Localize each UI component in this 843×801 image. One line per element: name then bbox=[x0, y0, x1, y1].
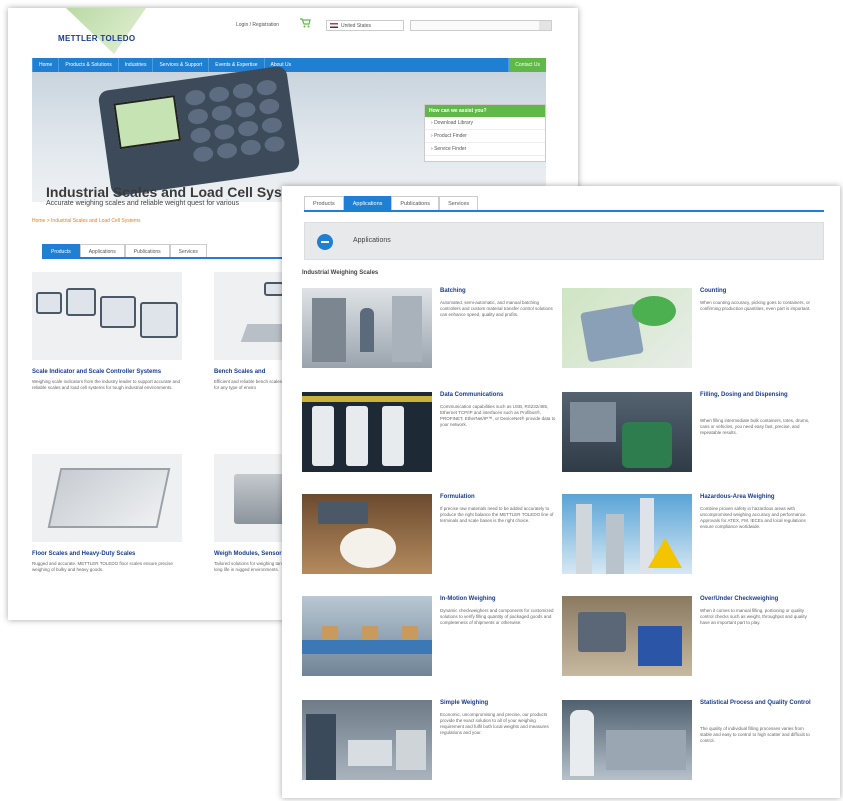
search-button[interactable] bbox=[539, 21, 551, 30]
formulation-image bbox=[302, 494, 432, 574]
nav-industries[interactable]: Industries bbox=[117, 58, 153, 72]
application-desc: Automated, semi-automatic, and manual ba… bbox=[440, 300, 553, 317]
product-desc: Weighing scale indicators from the indus… bbox=[32, 379, 180, 390]
statistical-process-image bbox=[562, 700, 692, 780]
tab-applications[interactable]: Applications bbox=[343, 196, 392, 211]
product-card[interactable]: Floor Scales and Heavy-Duty Scales Rugge… bbox=[32, 454, 182, 573]
application-desc: If precise raw materials need to be adde… bbox=[440, 506, 554, 523]
application-desc: Combine proven safety in hazardous areas… bbox=[700, 506, 807, 529]
application-title[interactable]: Counting bbox=[700, 288, 818, 295]
application-desc: Dynamic checkweighers and components for… bbox=[440, 608, 554, 625]
search-input[interactable] bbox=[410, 20, 552, 31]
application-card[interactable]: Filling, Dosing and Dispensing When fill… bbox=[562, 392, 820, 474]
application-title[interactable]: Batching bbox=[440, 288, 558, 295]
application-desc: When it comes to manual filling, portion… bbox=[700, 608, 807, 625]
simple-weighing-image bbox=[302, 700, 432, 780]
data-communications-image bbox=[302, 392, 432, 472]
product-title[interactable]: Floor Scales and Heavy-Duty Scales bbox=[32, 550, 182, 558]
application-card[interactable]: Batching Automated, semi-automatic, and … bbox=[302, 288, 560, 370]
application-desc: Communication capabilities such as USB, … bbox=[440, 404, 556, 427]
application-card[interactable]: Hazardous-Area Weighing Combine proven s… bbox=[562, 494, 820, 576]
help-item[interactable]: › Download Library bbox=[425, 117, 545, 130]
application-desc: When counting accuracy, picking goes to … bbox=[700, 300, 811, 311]
terminal-image bbox=[97, 65, 301, 197]
hazardous-area-image bbox=[562, 494, 692, 574]
nav-products[interactable]: Products & Solutions bbox=[58, 58, 117, 72]
help-item[interactable]: › Service Finder bbox=[425, 143, 545, 156]
application-title[interactable]: In-Motion Weighing bbox=[440, 596, 558, 603]
nav-home[interactable]: Home bbox=[32, 58, 58, 72]
tab-publications[interactable]: Publications bbox=[391, 196, 440, 211]
in-motion-image bbox=[302, 596, 432, 676]
country-select[interactable]: United States bbox=[326, 20, 404, 31]
application-card[interactable]: In-Motion Weighing Dynamic checkweighers… bbox=[302, 596, 560, 678]
cart-icon[interactable] bbox=[300, 18, 311, 28]
main-nav: Home Products & Solutions Industries Ser… bbox=[32, 58, 546, 72]
application-card[interactable]: Statistical Process and Quality Control … bbox=[562, 700, 820, 782]
filling-image bbox=[562, 392, 692, 472]
section-title: Industrial Weighing Scales bbox=[302, 270, 379, 276]
product-image bbox=[32, 454, 182, 542]
application-title[interactable]: Statistical Process and Quality Control bbox=[700, 700, 818, 707]
front-tabs: Products Applications Publications Servi… bbox=[304, 196, 479, 211]
country-label: United States bbox=[341, 23, 372, 29]
application-title[interactable]: Over/Under Checkweighing bbox=[700, 596, 818, 603]
tab-services[interactable]: Services bbox=[439, 196, 479, 211]
product-title[interactable]: Scale Indicator and Scale Controller Sys… bbox=[32, 368, 182, 376]
application-desc: The quality of individual filling proces… bbox=[700, 726, 810, 743]
application-title[interactable]: Filling, Dosing and Dispensing bbox=[700, 392, 818, 399]
help-box: How can we assist you? › Download Librar… bbox=[424, 104, 546, 162]
application-desc: When filling intermediate bulk container… bbox=[700, 418, 810, 435]
tab-products[interactable]: Products bbox=[304, 196, 344, 211]
terminal-screen bbox=[113, 95, 182, 150]
hero-banner: How can we assist you? › Download Librar… bbox=[32, 65, 546, 202]
logo-graphic bbox=[66, 8, 146, 54]
breadcrumb[interactable]: Home > Industrial Scales and Load Cell S… bbox=[32, 218, 141, 224]
logo-text: METTLER TOLEDO bbox=[58, 34, 136, 43]
terminal-keypad bbox=[184, 78, 286, 163]
accordion-header[interactable]: Applications bbox=[304, 222, 824, 260]
application-desc: Economic, uncompromising and precise, ou… bbox=[440, 712, 549, 735]
product-desc: Rugged and accurate. METTLER TOLEDO floo… bbox=[32, 561, 173, 572]
product-card[interactable]: Scale Indicator and Scale Controller Sys… bbox=[32, 272, 182, 391]
application-title[interactable]: Formulation bbox=[440, 494, 558, 501]
batching-image bbox=[302, 288, 432, 368]
page-subtitle: Accurate weighing scales and reliable we… bbox=[46, 200, 239, 207]
nav-services[interactable]: Services & Support bbox=[152, 58, 208, 72]
accordion-title: Applications bbox=[353, 237, 391, 244]
help-title: How can we assist you? bbox=[425, 105, 545, 117]
tab-underline bbox=[304, 210, 824, 212]
collapse-icon[interactable] bbox=[317, 234, 333, 250]
applications-page-screenshot: Products Applications Publications Servi… bbox=[282, 186, 840, 798]
logo[interactable]: METTLER TOLEDO bbox=[48, 8, 148, 58]
application-card[interactable]: Simple Weighing Economic, uncompromising… bbox=[302, 700, 560, 782]
application-title[interactable]: Simple Weighing bbox=[440, 700, 558, 707]
application-title[interactable]: Data Communications bbox=[440, 392, 558, 399]
application-card[interactable]: Data Communications Communication capabi… bbox=[302, 392, 560, 474]
application-card[interactable]: Formulation If precise raw materials nee… bbox=[302, 494, 560, 576]
application-card[interactable]: Counting When counting accuracy, picking… bbox=[562, 288, 820, 370]
application-card[interactable]: Over/Under Checkweighing When it comes t… bbox=[562, 596, 820, 678]
flag-icon bbox=[330, 23, 338, 28]
login-link[interactable]: Login / Registration bbox=[236, 22, 279, 28]
help-item[interactable]: › Product Finder bbox=[425, 130, 545, 143]
page-title: Industrial Scales and Load Cell Systems bbox=[46, 184, 315, 200]
checkweighing-image bbox=[562, 596, 692, 676]
application-title[interactable]: Hazardous-Area Weighing bbox=[700, 494, 818, 501]
nav-contact[interactable]: Contact Us bbox=[508, 58, 546, 72]
counting-image bbox=[562, 288, 692, 368]
product-image bbox=[32, 272, 182, 360]
